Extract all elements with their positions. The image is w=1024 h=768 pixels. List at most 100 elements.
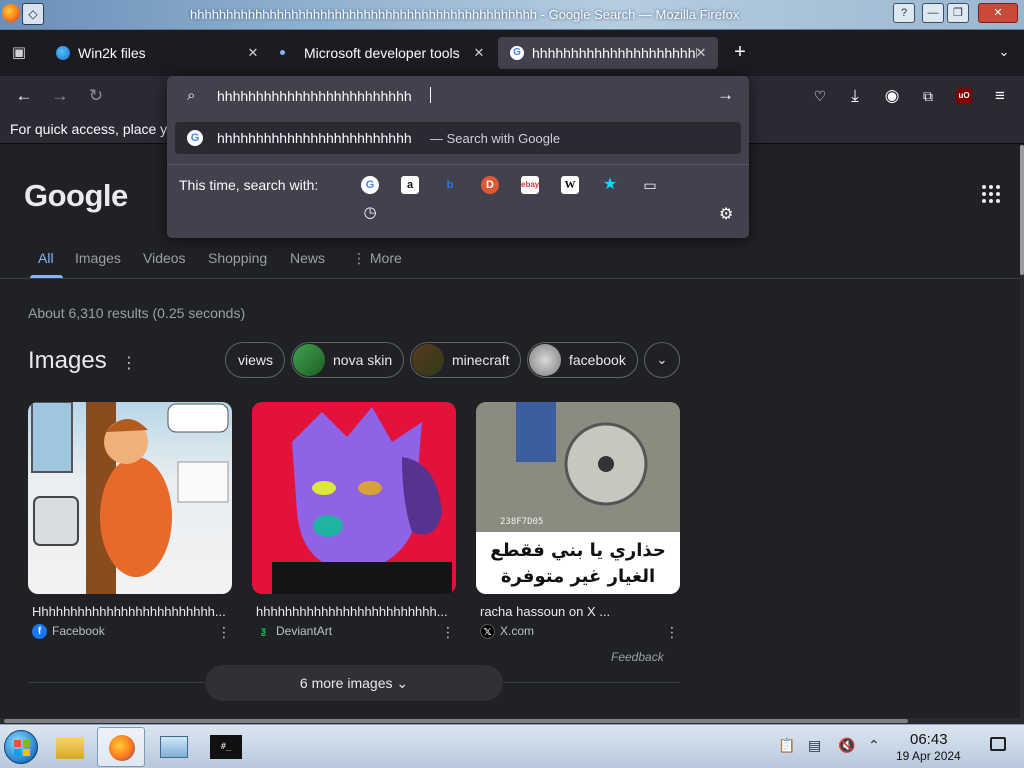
minimize-button[interactable]: — xyxy=(922,3,944,23)
scrollbar-thumb[interactable] xyxy=(1020,145,1024,275)
dot-icon xyxy=(280,50,285,55)
more-options-icon[interactable]: ⋮ xyxy=(665,624,679,641)
file-explorer-taskbar-button[interactable] xyxy=(46,727,94,767)
ebay-engine-icon[interactable]: ebay xyxy=(521,176,539,194)
firefox-taskbar-button[interactable] xyxy=(97,727,145,767)
more-images-button[interactable]: 6 more images ⌄ xyxy=(205,665,503,701)
close-tab-icon[interactable]: ✕ xyxy=(244,37,262,69)
extensions-icon[interactable]: ⧉ xyxy=(916,84,940,108)
tab-videos[interactable]: Videos xyxy=(143,250,186,266)
source-label: X.com xyxy=(500,624,535,638)
search-icon: ⌕ xyxy=(187,87,196,104)
clock-date[interactable]: 19 Apr 2024 xyxy=(896,749,961,763)
help-button[interactable]: ? xyxy=(893,3,915,23)
scrollbar-thumb[interactable] xyxy=(4,719,908,723)
image-result-source[interactable]: 𝕏 X.com xyxy=(480,624,535,639)
chip-facebook[interactable]: facebook xyxy=(527,342,638,378)
clipboard-tray-icon[interactable]: 📋 xyxy=(778,737,795,754)
images-menu-icon[interactable]: ⋮ xyxy=(121,353,137,373)
tab-shopping[interactable]: Shopping xyxy=(208,250,267,266)
chevron-down-icon[interactable]: ⌄ xyxy=(644,342,680,378)
tab-win2k-files[interactable]: Win2k files ✕ xyxy=(44,37,270,69)
text-caret xyxy=(430,87,431,103)
x-icon: 𝕏 xyxy=(480,624,495,639)
tab-google-search[interactable]: G hhhhhhhhhhhhhhhhhhhhhhhhh ✕ xyxy=(498,37,718,69)
control-panel-taskbar-button[interactable] xyxy=(150,727,198,767)
start-button[interactable] xyxy=(4,730,38,764)
go-arrow-icon[interactable]: → xyxy=(717,85,734,105)
account-icon[interactable]: ◉ xyxy=(880,84,904,108)
image-result-source[interactable]: f Facebook xyxy=(32,624,105,639)
notes-tray-icon[interactable]: ▤ xyxy=(808,737,821,754)
tab-microsoft-developer-tools[interactable]: Microsoft developer tools ✕ xyxy=(270,37,496,69)
bing-engine-icon[interactable]: b xyxy=(441,176,459,194)
close-tab-icon[interactable]: ✕ xyxy=(692,37,710,69)
firefox-icon[interactable] xyxy=(2,4,20,22)
wikipedia-engine-icon[interactable]: W xyxy=(561,176,579,194)
new-tab-button[interactable]: + xyxy=(728,40,752,64)
image-result-title[interactable]: hhhhhhhhhhhhhhhhhhhhhhhhh... xyxy=(256,604,456,619)
firefox-icon xyxy=(109,735,135,761)
chevron-down-icon: ⌄ xyxy=(396,675,409,691)
divider xyxy=(167,164,749,165)
more-options-icon[interactable]: ⋮ xyxy=(217,624,231,641)
duckduckgo-engine-icon[interactable]: D xyxy=(481,176,499,194)
image-result-2[interactable] xyxy=(252,402,456,594)
ublock-origin-icon[interactable]: uO xyxy=(956,88,972,104)
tab-images[interactable]: Images xyxy=(75,250,121,266)
screen: ◇ hhhhhhhhhhhhhhhhhhhhhhhhh hhhhhhhhhhhhh… xyxy=(0,0,1024,768)
google-apps-icon[interactable] xyxy=(982,185,1002,205)
tab-more[interactable]: ⋮ More xyxy=(352,250,402,267)
show-hidden-icons-chevron[interactable]: ⌃ xyxy=(868,737,880,754)
image-result-title[interactable]: racha hassoun on X ... xyxy=(480,604,680,619)
bookmarks-star-icon[interactable]: ★ xyxy=(601,176,619,194)
clock-time[interactable]: 06:43 xyxy=(910,731,948,748)
forward-icon[interactable]: → xyxy=(48,84,72,108)
terminal-taskbar-button[interactable]: #_ xyxy=(202,727,250,767)
history-icon[interactable]: ◷ xyxy=(361,204,379,222)
close-window-button[interactable]: ✕ xyxy=(978,3,1018,23)
one-off-search-label: This time, search with: xyxy=(179,177,319,193)
chip-nova-skin[interactable]: nova skin xyxy=(291,342,404,378)
google-engine-icon[interactable]: G xyxy=(361,176,379,194)
downloads-icon[interactable]: ⤓ xyxy=(843,84,867,108)
vertical-scrollbar[interactable] xyxy=(1020,145,1024,718)
reload-icon[interactable]: ↻ xyxy=(84,84,108,108)
suggestion-text: hhhhhhhhhhhhhhhhhhhhhhhhh xyxy=(217,130,412,146)
chip-views[interactable]: views xyxy=(225,342,285,378)
close-tab-icon[interactable]: ✕ xyxy=(470,37,488,69)
image-result-source[interactable]: ƺ DeviantArt xyxy=(256,624,332,639)
tab-all[interactable]: All xyxy=(38,250,54,266)
google-tabs: All Images Videos Shopping News ⋮ More xyxy=(0,245,1020,279)
back-icon[interactable]: ← xyxy=(12,84,36,108)
edge-icon xyxy=(56,46,70,60)
image-result-3[interactable]: حذاري يا بني فقطع الغيار غير متوفرة 238F… xyxy=(476,402,680,594)
image-result-title[interactable]: Hhhhhhhhhhhhhhhhhhhhhhhhh... xyxy=(32,604,232,619)
app-menu-icon[interactable]: ≡ xyxy=(988,84,1012,108)
tab-more-label: More xyxy=(369,250,402,266)
firefox-view-icon[interactable]: ▣ xyxy=(8,42,30,64)
svg-text:حذاري يا بني فقطع: حذاري يا بني فقطع xyxy=(490,540,666,561)
pocket-icon[interactable]: ♡ xyxy=(808,84,832,108)
kebab-icon: ⋮ xyxy=(352,250,370,266)
tabs-icon[interactable]: ▭ xyxy=(641,176,659,194)
google-logo[interactable]: Google xyxy=(24,178,128,214)
list-all-tabs-icon[interactable]: ⌄ xyxy=(994,42,1014,62)
amazon-engine-icon[interactable]: a xyxy=(401,176,419,194)
search-suggestion-row[interactable]: G hhhhhhhhhhhhhhhhhhhhhhhhh — Search wit… xyxy=(175,122,741,154)
gear-icon[interactable]: ⚙ xyxy=(719,204,733,224)
feedback-link[interactable]: Feedback xyxy=(611,650,664,664)
show-desktop-icon[interactable] xyxy=(990,737,1006,751)
chip-thumbnail xyxy=(293,344,325,376)
tab-news[interactable]: News xyxy=(290,250,325,266)
volume-muted-icon[interactable]: 🔇 xyxy=(838,737,855,754)
tab-bar: ▣ Win2k files ✕ Microsoft developer tool… xyxy=(0,30,1024,76)
chip-minecraft[interactable]: minecraft xyxy=(410,342,521,378)
image-result-1[interactable] xyxy=(28,402,232,594)
maximize-button[interactable]: ❐ xyxy=(947,3,969,23)
chip-label: views xyxy=(238,352,274,368)
more-options-icon[interactable]: ⋮ xyxy=(441,624,455,641)
keep-above-icon[interactable]: ◇ xyxy=(22,3,44,25)
url-input[interactable] xyxy=(217,84,697,108)
window-titlebar[interactable]: ◇ hhhhhhhhhhhhhhhhhhhhhhhhhhhhhhhhhhhhhh… xyxy=(0,0,1024,30)
